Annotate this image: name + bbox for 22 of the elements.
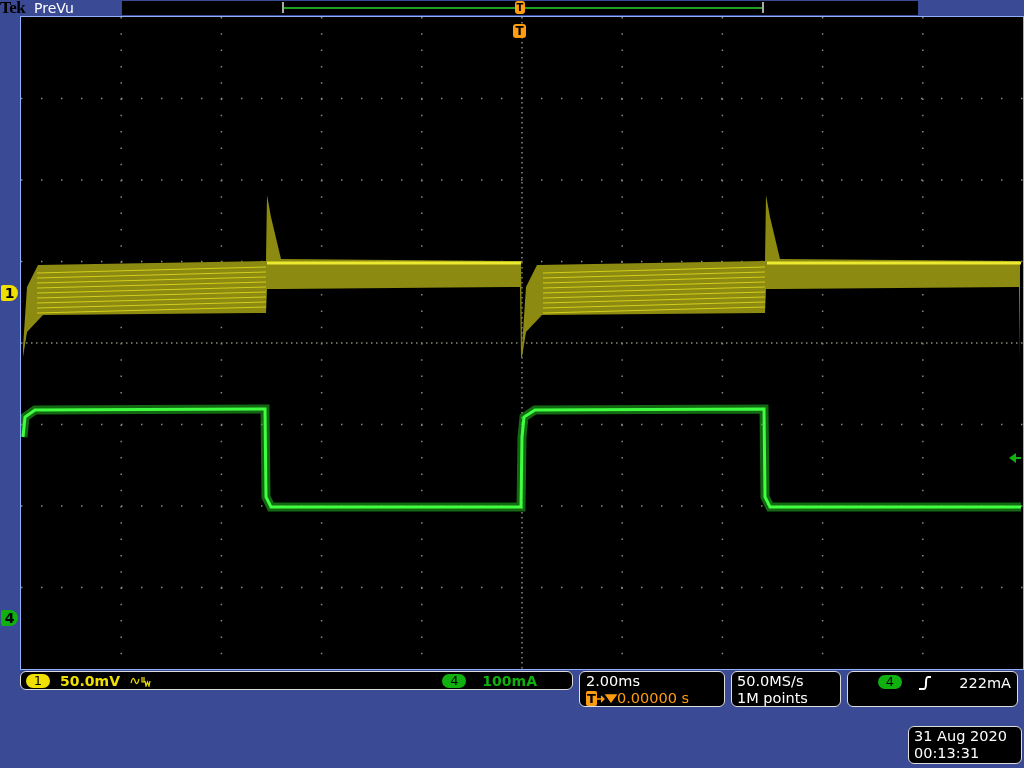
arrow-icon xyxy=(597,692,617,705)
brand-logo: Tek xyxy=(0,0,27,16)
time-scale: 2.00ms xyxy=(586,673,641,690)
channel-marker: 1 xyxy=(1,285,18,301)
trigger-position-marker: T xyxy=(513,24,526,38)
channel-badge: 1 xyxy=(26,673,50,688)
trigger-level-icon xyxy=(1009,452,1021,464)
trigger-marker: T xyxy=(586,691,597,706)
rising-edge-icon xyxy=(918,676,932,690)
channel-scale: 100mA xyxy=(482,672,537,689)
sample-rate: 50.0MS/s xyxy=(737,673,805,690)
channel-scale: 50.0mV xyxy=(60,672,120,689)
trigger-source: 4 xyxy=(878,675,902,689)
trigger-level: 222mA xyxy=(959,675,1011,692)
date: 31 Aug 2020 xyxy=(914,728,1008,745)
time: 00:13:31 xyxy=(914,745,981,762)
channel-marker: 4 xyxy=(1,610,18,626)
record-length: 1M points xyxy=(737,690,809,707)
trigger-position: 0.00000 s xyxy=(617,690,690,707)
trigger-marker: T xyxy=(515,1,525,14)
acquisition-mode: PreVu xyxy=(34,0,75,16)
channel-badge: 4 xyxy=(442,673,467,688)
